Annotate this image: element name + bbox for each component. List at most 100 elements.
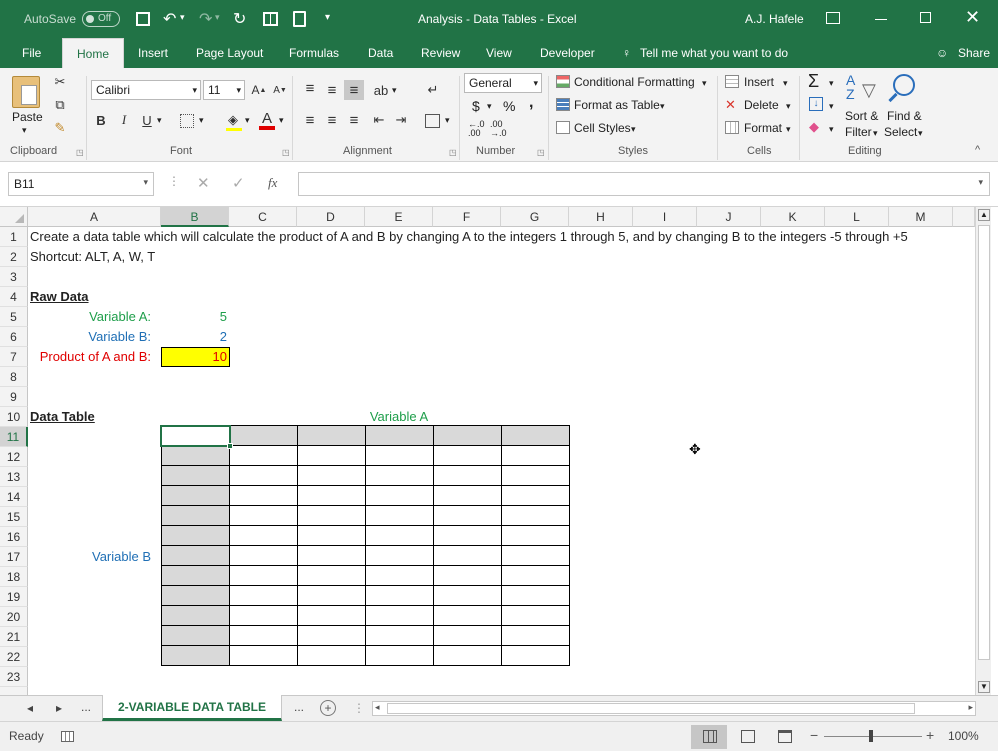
horizontal-scrollbar[interactable]: ◂ ▸ bbox=[372, 701, 976, 716]
data-table-cell-f14[interactable] bbox=[433, 485, 502, 506]
data-table-cell-e20[interactable] bbox=[365, 605, 434, 626]
tell-me-search[interactable]: Tell me what you want to do bbox=[640, 38, 788, 68]
customize-qat-icon[interactable]: ▾ bbox=[325, 12, 330, 23]
row-header-2[interactable]: 2 bbox=[0, 247, 28, 267]
more-sheets-left[interactable]: ... bbox=[81, 700, 91, 714]
cell-a10[interactable]: Data Table bbox=[30, 407, 95, 427]
scroll-left-icon[interactable]: ◂ bbox=[375, 702, 380, 713]
data-table-cell-g13[interactable] bbox=[501, 465, 570, 486]
row-header-3[interactable]: 3 bbox=[0, 267, 28, 287]
chevron-down-icon[interactable]: ▾ bbox=[157, 115, 162, 126]
active-cell-b11[interactable] bbox=[160, 425, 233, 449]
maximize-icon[interactable] bbox=[920, 12, 931, 23]
data-table-cell-c19[interactable] bbox=[229, 585, 298, 606]
scroll-down-icon[interactable]: ▼ bbox=[978, 681, 990, 693]
cut-icon[interactable]: ✂ bbox=[50, 72, 70, 92]
row-header-21[interactable]: 21 bbox=[0, 627, 28, 647]
share-button[interactable]: Share bbox=[958, 38, 990, 68]
paste-label[interactable]: Paste bbox=[12, 110, 43, 124]
data-table-cell-c16[interactable] bbox=[229, 525, 298, 546]
tab-developer[interactable]: Developer bbox=[540, 38, 595, 68]
find-select-label-2[interactable]: Select bbox=[884, 125, 917, 139]
row-header-16[interactable]: 16 bbox=[0, 527, 28, 547]
normal-view-icon[interactable] bbox=[703, 730, 717, 743]
decrease-font-icon[interactable]: A ▼ bbox=[270, 80, 290, 100]
font-size-box[interactable]: 11 ▾ bbox=[203, 80, 245, 100]
data-table-cell-c17[interactable] bbox=[229, 545, 298, 566]
data-table-cell-b15[interactable] bbox=[161, 505, 230, 526]
data-table-cell-f17[interactable] bbox=[433, 545, 502, 566]
insert-cells-button[interactable]: Insert bbox=[744, 75, 774, 89]
row-header-5[interactable]: 5 bbox=[0, 307, 28, 327]
horizontal-scroll-thumb[interactable] bbox=[387, 703, 915, 714]
zoom-slider-thumb[interactable] bbox=[869, 730, 873, 742]
sort-filter-icon[interactable]: AZ bbox=[846, 73, 855, 101]
format-cells-button[interactable]: Format bbox=[744, 121, 782, 135]
data-table-cell-b22[interactable] bbox=[161, 645, 230, 666]
tab-data[interactable]: Data bbox=[368, 38, 393, 68]
enter-icon[interactable]: ✓ bbox=[232, 174, 245, 192]
vertical-scrollbar[interactable]: ▲ ▼ bbox=[975, 207, 991, 695]
increase-indent-icon[interactable]: ⇥ bbox=[391, 110, 411, 130]
ribbon-display-icon[interactable] bbox=[826, 12, 840, 24]
sort-filter-label-2[interactable]: Filter bbox=[845, 125, 872, 139]
data-table-cell-d16[interactable] bbox=[297, 525, 366, 546]
prev-sheet-icon[interactable]: ◂ bbox=[27, 701, 33, 715]
format-as-table-button[interactable]: Format as Table bbox=[574, 98, 660, 112]
more-sheets-right[interactable]: ... bbox=[294, 700, 304, 714]
redo-dropdown-icon[interactable]: ▾ bbox=[215, 12, 220, 23]
tab-splitter-icon[interactable]: ⋮ bbox=[353, 701, 365, 715]
orientation-icon[interactable]: ab bbox=[371, 80, 391, 100]
data-table-cell-g17[interactable] bbox=[501, 545, 570, 566]
chevron-down-icon[interactable]: ▾ bbox=[445, 115, 450, 126]
tab-insert[interactable]: Insert bbox=[138, 38, 168, 68]
data-table-cell-d17[interactable] bbox=[297, 545, 366, 566]
insert-function-icon[interactable]: fx bbox=[268, 175, 277, 191]
clear-icon[interactable]: ◆ bbox=[809, 119, 819, 135]
data-table-cell-e18[interactable] bbox=[365, 565, 434, 586]
delete-cells-icon[interactable]: ✕ bbox=[725, 97, 736, 113]
tab-review[interactable]: Review bbox=[421, 38, 460, 68]
data-table-cell-d22[interactable] bbox=[297, 645, 366, 666]
fill-icon[interactable]: ↓ bbox=[809, 97, 823, 111]
format-painter-icon[interactable]: ✎ bbox=[50, 118, 70, 138]
collapse-ribbon-icon[interactable]: ^ bbox=[975, 144, 980, 156]
data-table-cell-d13[interactable] bbox=[297, 465, 366, 486]
add-sheet-icon[interactable]: + bbox=[320, 700, 336, 716]
font-launcher-icon[interactable]: ◳ bbox=[282, 148, 290, 157]
chevron-down-icon[interactable]: ▾ bbox=[199, 115, 204, 126]
middle-align-icon[interactable]: ≡ bbox=[322, 80, 342, 100]
row-header-12[interactable]: 12 bbox=[0, 447, 28, 467]
chevron-down-icon[interactable]: ▾ bbox=[829, 78, 834, 89]
row-header-7[interactable]: 7 bbox=[0, 347, 28, 367]
data-table-cell-d12[interactable] bbox=[297, 445, 366, 466]
row-header-9[interactable]: 9 bbox=[0, 387, 28, 407]
data-table-cell-g20[interactable] bbox=[501, 605, 570, 626]
data-table-cell-e17[interactable] bbox=[365, 545, 434, 566]
fill-color-icon[interactable]: ◈ bbox=[223, 110, 243, 130]
data-table-cell-d20[interactable] bbox=[297, 605, 366, 626]
autosum-icon[interactable]: Σ bbox=[808, 71, 819, 92]
share-icon[interactable]: ☺ bbox=[936, 38, 948, 68]
data-table-cell-g21[interactable] bbox=[501, 625, 570, 646]
cell-a6[interactable]: Variable B: bbox=[28, 327, 151, 347]
data-table-cell-g16[interactable] bbox=[501, 525, 570, 546]
data-table-cell-d21[interactable] bbox=[297, 625, 366, 646]
column-header-a[interactable]: A bbox=[28, 207, 161, 227]
font-name-box[interactable]: Calibri ▾ bbox=[91, 80, 201, 100]
data-table-cell-c22[interactable] bbox=[229, 645, 298, 666]
zoom-slider[interactable] bbox=[824, 736, 922, 737]
data-table-cell-b21[interactable] bbox=[161, 625, 230, 646]
row-header-15[interactable]: 15 bbox=[0, 507, 28, 527]
data-table-cell-f16[interactable] bbox=[433, 525, 502, 546]
row-header-22[interactable]: 22 bbox=[0, 647, 28, 667]
tab-file[interactable]: File bbox=[22, 38, 41, 68]
align-right-icon[interactable]: ≡ bbox=[344, 110, 364, 130]
data-table-cell-c11[interactable] bbox=[229, 425, 298, 446]
data-table-cell-e21[interactable] bbox=[365, 625, 434, 646]
find-select-icon[interactable] bbox=[893, 74, 915, 96]
select-all-button[interactable] bbox=[0, 207, 28, 227]
chevron-down-icon[interactable]: ▾ bbox=[873, 128, 878, 139]
data-table-cell-d11[interactable] bbox=[297, 425, 366, 446]
cancel-icon[interactable]: ✕ bbox=[197, 174, 210, 192]
